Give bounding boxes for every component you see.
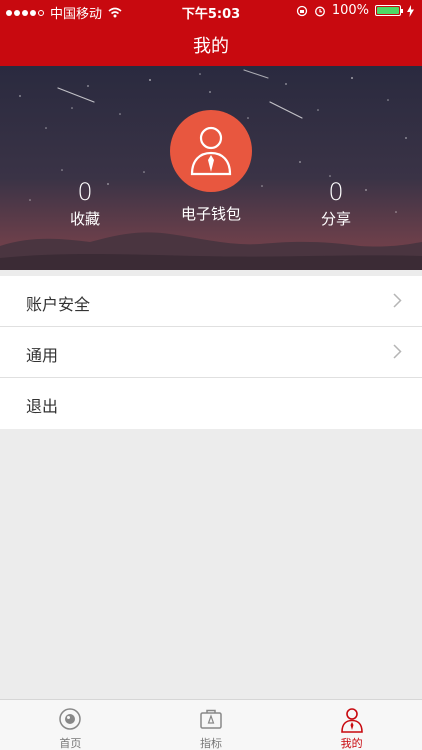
user-icon <box>340 708 363 733</box>
user-icon <box>190 126 232 176</box>
status-right: 100% <box>296 3 414 18</box>
page-title: 我的 <box>193 36 229 57</box>
menu-item-account-security[interactable]: 账户安全 <box>0 276 422 327</box>
chevron-right-icon <box>393 293 402 308</box>
status-bar: 中国移动 下午5:03 100% <box>0 0 422 22</box>
rotation-lock-icon <box>296 5 307 16</box>
tab-mine[interactable]: 我的 <box>281 700 422 750</box>
alarm-icon <box>314 6 325 16</box>
avatar[interactable] <box>170 110 252 192</box>
tab-label: 我的 <box>340 737 363 750</box>
top-bar: 中国移动 下午5:03 100% 我的 <box>0 0 422 66</box>
tab-bar: 首页 指标 我的 <box>0 699 422 750</box>
tab-indicators[interactable]: 指标 <box>141 700 282 750</box>
battery-percent: 100% <box>331 3 369 18</box>
menu-item-label: 通用 <box>26 346 59 365</box>
chevron-right-icon <box>393 344 402 359</box>
tab-label: 指标 <box>200 737 222 750</box>
battery-icon <box>375 5 403 16</box>
menu-item-logout[interactable]: 退出 <box>0 378 422 429</box>
settings-menu: 账户安全 通用 退出 <box>0 276 422 429</box>
share-label: 分享 <box>320 210 351 228</box>
briefcase-icon <box>200 709 222 729</box>
share-count: 0 <box>328 178 344 206</box>
favorites-count: 0 <box>77 178 93 206</box>
menu-item-general[interactable]: 通用 <box>0 327 422 378</box>
tab-home[interactable]: 首页 <box>0 700 141 750</box>
home-eye-icon <box>59 708 82 730</box>
menu-item-label: 账户安全 <box>26 295 91 314</box>
share-stat[interactable]: 0 分享 <box>306 178 366 229</box>
profile-header: 0 收藏 电子钱包 0 分享 <box>0 66 422 270</box>
menu-item-label: 退出 <box>26 397 59 416</box>
tab-label: 首页 <box>59 737 82 750</box>
charging-icon <box>407 4 414 17</box>
